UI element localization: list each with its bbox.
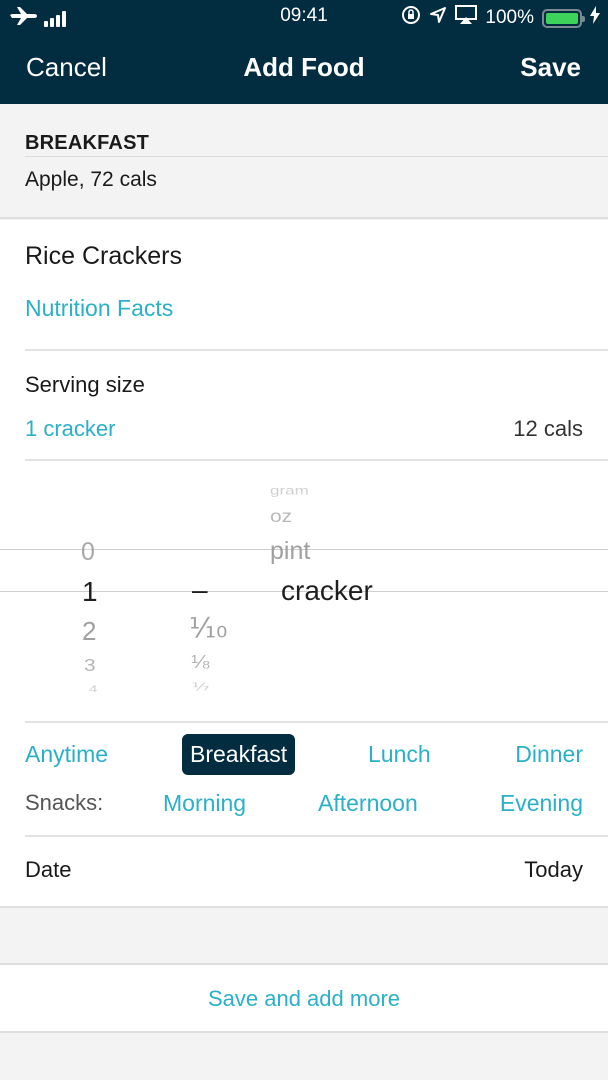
- picker-whole-option[interactable]: 4: [89, 685, 97, 694]
- meal-option-lunch[interactable]: Lunch: [368, 741, 431, 768]
- status-bar: 09:41 100%: [0, 0, 608, 34]
- divider: [25, 835, 608, 837]
- picker-unit-option[interactable]: pint: [270, 539, 310, 564]
- charging-icon: [590, 6, 600, 30]
- location-icon: [429, 6, 447, 30]
- meal-summary: BREAKFAST Apple, 72 cals: [0, 104, 608, 219]
- picker-unit-option[interactable]: gram: [270, 485, 309, 497]
- airplay-icon: [455, 5, 478, 31]
- serving-size-label: Serving size: [25, 372, 145, 397]
- food-entry-panel: Rice Crackers Nutrition Facts Serving si…: [0, 220, 608, 907]
- snack-option-morning[interactable]: Morning: [163, 790, 246, 817]
- divider: [25, 349, 608, 351]
- divider: [25, 721, 608, 723]
- picker-fraction-option[interactable]: ⅐: [192, 682, 209, 693]
- battery-percent: 100%: [485, 7, 534, 28]
- picker-whole-option[interactable]: 2: [82, 618, 96, 644]
- rotation-lock-icon: [401, 5, 421, 31]
- save-and-add-more-button[interactable]: Save and add more: [0, 963, 608, 1033]
- food-name: Rice Crackers: [25, 242, 182, 270]
- serving-size-value[interactable]: 1 cracker: [25, 416, 115, 442]
- meal-option-anytime[interactable]: Anytime: [25, 741, 108, 768]
- picker-whole-option[interactable]: 0: [81, 540, 95, 565]
- status-right: 100%: [401, 5, 600, 31]
- picker-fraction-option[interactable]: ⅒: [189, 614, 227, 642]
- date-value[interactable]: Today: [524, 857, 583, 883]
- meal-summary-label: BREAKFAST: [25, 132, 150, 154]
- picker-unit-option[interactable]: oz: [270, 508, 292, 526]
- save-button[interactable]: Save: [520, 52, 581, 83]
- battery-icon: [542, 8, 585, 28]
- picker-unit-selected[interactable]: cracker: [281, 577, 373, 605]
- meal-summary-item: Apple, 72 cals: [25, 168, 157, 191]
- date-label: Date: [25, 857, 72, 882]
- header-bar: 09:41 100% Cancel Add Food Save: [0, 0, 608, 104]
- serving-picker[interactable]: 0 1 2 3 4 – ⅒ ⅛ ⅐ gram oz pint cracker: [0, 462, 608, 722]
- divider: [25, 156, 608, 157]
- meal-option-dinner[interactable]: Dinner: [515, 741, 583, 768]
- picker-fraction-option[interactable]: ⅛: [191, 652, 209, 672]
- nutrition-facts-link[interactable]: Nutrition Facts: [25, 295, 173, 322]
- meal-option-breakfast[interactable]: Breakfast: [182, 734, 296, 775]
- snacks-label: Snacks:: [25, 790, 104, 815]
- cancel-button[interactable]: Cancel: [26, 52, 107, 83]
- snack-option-afternoon[interactable]: Afternoon: [318, 790, 418, 817]
- snack-option-evening[interactable]: Evening: [500, 790, 583, 817]
- picker-fraction-selected[interactable]: –: [192, 576, 208, 604]
- divider: [25, 459, 608, 461]
- divider: [0, 906, 608, 908]
- nav-bar: Cancel Add Food Save: [0, 34, 608, 104]
- picker-whole-selected[interactable]: 1: [82, 578, 98, 606]
- serving-calories: 12 cals: [513, 416, 583, 441]
- picker-whole-option[interactable]: 3: [84, 657, 96, 675]
